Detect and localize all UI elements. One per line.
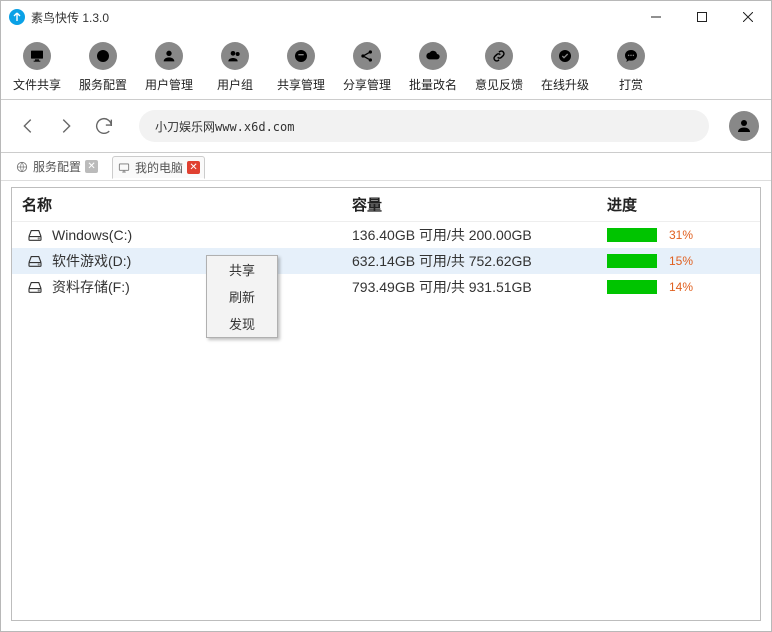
chat-icon <box>617 42 645 70</box>
nav-forward-button[interactable] <box>51 111 81 141</box>
drive-name: Windows(C:) <box>52 227 132 243</box>
ctx-refresh[interactable]: 刷新 <box>207 283 277 310</box>
tab-label: 我的电脑 <box>135 159 183 176</box>
app-icon <box>9 9 25 25</box>
folder-icon <box>287 42 315 70</box>
toolbar-feedback[interactable]: 意见反馈 <box>467 38 531 97</box>
monitor-icon <box>117 161 131 175</box>
progress-percent: 15% <box>669 254 693 268</box>
nav-back-button[interactable] <box>13 111 43 141</box>
toolbar-user-mgmt[interactable]: 用户管理 <box>137 38 201 97</box>
address-text: 小刀娱乐网www.x6d.com <box>155 118 294 135</box>
users-icon <box>221 42 249 70</box>
toolbar-batch-rename[interactable]: 批量改名 <box>401 38 465 97</box>
user-avatar-button[interactable] <box>729 111 759 141</box>
progress-percent: 31% <box>669 228 693 242</box>
drive-icon <box>26 278 44 296</box>
col-header-capacity[interactable]: 容量 <box>352 194 607 215</box>
toolbar-label: 分享管理 <box>343 76 391 93</box>
toolbar-label: 用户组 <box>217 76 253 93</box>
user-icon <box>155 42 183 70</box>
toolbar-user-groups[interactable]: 用户组 <box>203 38 267 97</box>
drive-name: 资料存储(F:) <box>52 277 130 297</box>
toolbar-update[interactable]: 在线升级 <box>533 38 597 97</box>
minimize-button[interactable] <box>633 1 679 33</box>
main-toolbar: 文件共享 服务配置 用户管理 用户组 共享管理 分享管理 批量改名 意见反馈 在线升级 打赏 <box>1 33 771 99</box>
col-header-progress[interactable]: 进度 <box>607 194 750 215</box>
ctx-discover[interactable]: 发现 <box>207 310 277 337</box>
toolbar-share-mgmt[interactable]: 共享管理 <box>269 38 333 97</box>
drive-row[interactable]: 软件游戏(D:) 632.14GB 可用/共 752.62GB 15% <box>12 248 760 274</box>
maximize-button[interactable] <box>679 1 725 33</box>
ctx-share[interactable]: 共享 <box>207 256 277 283</box>
tab-close-icon[interactable]: ✕ <box>187 161 200 174</box>
toolbar-label: 共享管理 <box>277 76 325 93</box>
monitor-icon <box>23 42 51 70</box>
drive-capacity: 136.40GB 可用/共 200.00GB <box>352 225 607 245</box>
toolbar-label: 在线升级 <box>541 76 589 93</box>
address-bar[interactable]: 小刀娱乐网www.x6d.com <box>139 110 709 142</box>
nav-bar: 小刀娱乐网www.x6d.com <box>1 100 771 152</box>
toolbar-share-admin[interactable]: 分享管理 <box>335 38 399 97</box>
drive-capacity: 632.14GB 可用/共 752.62GB <box>352 251 607 271</box>
toolbar-label: 意见反馈 <box>475 76 523 93</box>
toolbar-service-cfg[interactable]: 服务配置 <box>71 38 135 97</box>
globe-icon <box>89 42 117 70</box>
link-icon <box>485 42 513 70</box>
tab-label: 服务配置 <box>33 158 81 175</box>
drive-row[interactable]: 资料存储(F:) 793.49GB 可用/共 931.51GB 14% <box>12 274 760 300</box>
check-icon <box>551 42 579 70</box>
drive-capacity: 793.49GB 可用/共 931.51GB <box>352 277 607 297</box>
col-header-name[interactable]: 名称 <box>22 194 352 215</box>
drive-row[interactable]: Windows(C:) 136.40GB 可用/共 200.00GB 31% <box>12 222 760 248</box>
toolbar-label: 批量改名 <box>409 76 457 93</box>
close-button[interactable] <box>725 1 771 33</box>
toolbar-label: 文件共享 <box>13 76 61 93</box>
list-header: 名称 容量 进度 <box>12 188 760 222</box>
nav-refresh-button[interactable] <box>89 111 119 141</box>
progress-bar <box>607 228 657 242</box>
tab-service-cfg[interactable]: 服务配置 ✕ <box>11 156 102 177</box>
toolbar-label: 打赏 <box>619 76 643 93</box>
progress-bar <box>607 280 657 294</box>
drive-icon <box>26 252 44 270</box>
globe-icon <box>15 160 29 174</box>
drive-list-panel: 名称 容量 进度 Windows(C:) 136.40GB 可用/共 200.00… <box>11 187 761 621</box>
toolbar-file-share[interactable]: 文件共享 <box>5 38 69 97</box>
tabs-row: 服务配置 ✕ 我的电脑 ✕ <box>1 153 771 181</box>
tab-my-computer[interactable]: 我的电脑 ✕ <box>112 156 205 179</box>
toolbar-label: 服务配置 <box>79 76 127 93</box>
progress-percent: 14% <box>669 280 693 294</box>
share-icon <box>353 42 381 70</box>
context-menu: 共享刷新发现 <box>206 255 278 338</box>
toolbar-label: 用户管理 <box>145 76 193 93</box>
drive-icon <box>26 226 44 244</box>
titlebar: 素鸟快传 1.3.0 <box>1 1 771 33</box>
cloud-icon <box>419 42 447 70</box>
toolbar-donate[interactable]: 打赏 <box>599 38 663 97</box>
tab-close-icon[interactable]: ✕ <box>85 160 98 173</box>
progress-bar <box>607 254 657 268</box>
window-title: 素鸟快传 1.3.0 <box>31 9 109 26</box>
drive-name: 软件游戏(D:) <box>52 251 131 271</box>
